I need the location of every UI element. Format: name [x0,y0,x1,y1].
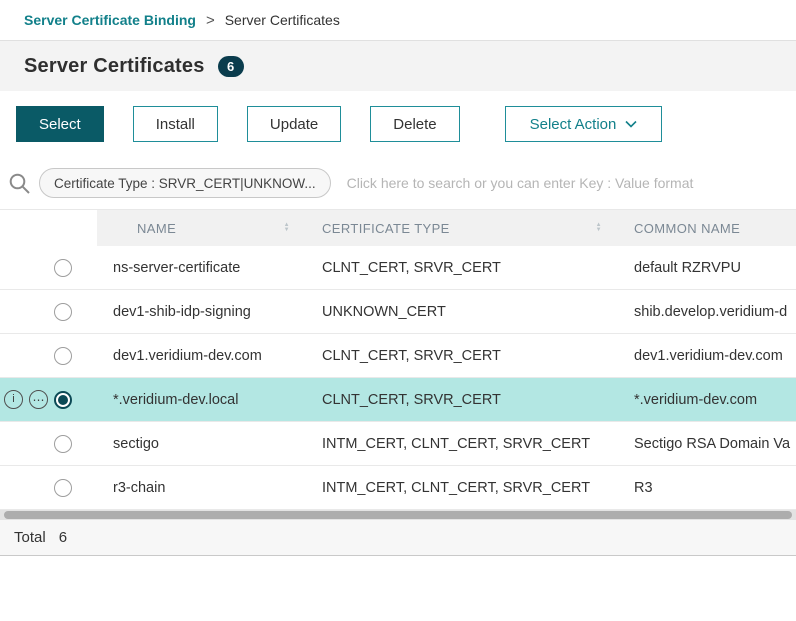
row-common-name: shib.develop.veridium-d [612,304,796,320]
row-common-name: R3 [612,480,796,496]
column-label-certificate-type: CERTIFICATE TYPE [322,221,450,236]
row-common-name: dev1.veridium-dev.com [612,348,796,364]
row-gutter [0,290,97,333]
table-row[interactable]: dev1.veridium-dev.com CLNT_CERT, SRVR_CE… [0,334,796,378]
ellipsis-menu-icon[interactable]: ⋯ [29,390,48,409]
row-certificate-type: CLNT_CERT, SRVR_CERT [300,392,612,408]
row-name: ns-server-certificate [97,260,300,276]
row-name: *.veridium-dev.local [97,392,300,408]
table-row[interactable]: i ⋯ *.veridium-dev.local CLNT_CERT, SRVR… [0,378,796,422]
table-row[interactable]: ns-server-certificate CLNT_CERT, SRVR_CE… [0,246,796,290]
scrollbar-thumb[interactable] [4,511,792,519]
select-action-label: Select Action [530,116,617,133]
toolbar: Select Install Update Delete Select Acti… [0,91,796,157]
search-input[interactable]: Click here to search or you can enter Ke… [347,175,694,191]
row-radio[interactable] [54,435,72,453]
column-label-name: NAME [137,221,176,236]
select-button[interactable]: Select [16,106,104,142]
row-gutter [0,422,97,465]
search-icon [8,172,31,195]
sort-desc-icon: ▼ [596,228,602,233]
breadcrumb-separator-icon: > [206,12,215,29]
filter-chip-certificate-type[interactable]: Certificate Type : SRVR_CERT|UNKNOW... [39,168,331,198]
info-icon[interactable]: i [4,390,23,409]
table-row[interactable]: dev1-shib-idp-signing UNKNOWN_CERT shib.… [0,290,796,334]
column-header-name[interactable]: NAME ▲▼ [97,210,300,246]
header-gutter-cell [0,210,97,246]
column-label-common-name: COMMON NAME [634,221,740,236]
column-header-certificate-type[interactable]: CERTIFICATE TYPE ▲▼ [300,210,612,246]
search-bar: Certificate Type : SRVR_CERT|UNKNOW... C… [0,157,796,209]
breadcrumb-current: Server Certificates [225,12,340,28]
row-common-name: Sectigo RSA Domain Va [612,436,796,452]
horizontal-scrollbar[interactable] [0,510,796,520]
sort-icon[interactable]: ▲▼ [284,223,290,233]
chevron-down-icon [625,120,637,128]
row-name: sectigo [97,436,300,452]
total-label: Total [14,529,46,546]
row-certificate-type: INTM_CERT, CLNT_CERT, SRVR_CERT [300,480,612,496]
page-title-bar: Server Certificates 6 [0,41,796,91]
row-gutter [0,334,97,377]
breadcrumb: Server Certificate Binding > Server Cert… [0,0,796,41]
row-certificate-type: UNKNOWN_CERT [300,304,612,320]
row-gutter [0,466,97,509]
row-radio[interactable] [54,259,72,277]
update-button[interactable]: Update [247,106,341,142]
count-badge: 6 [218,56,244,77]
total-bar: Total 6 [0,520,796,556]
row-radio[interactable] [54,391,72,409]
row-radio[interactable] [54,303,72,321]
select-action-dropdown[interactable]: Select Action [505,106,663,142]
server-certificates-page: Server Certificate Binding > Server Cert… [0,0,796,556]
delete-button[interactable]: Delete [370,106,459,142]
table-body: ns-server-certificate CLNT_CERT, SRVR_CE… [0,246,796,510]
table-header: NAME ▲▼ CERTIFICATE TYPE ▲▼ COMMON NAME [0,209,796,246]
row-certificate-type: CLNT_CERT, SRVR_CERT [300,260,612,276]
row-name: dev1.veridium-dev.com [97,348,300,364]
table-row[interactable]: r3-chain INTM_CERT, CLNT_CERT, SRVR_CERT… [0,466,796,510]
row-common-name: default RZRVPU [612,260,796,276]
sort-desc-icon: ▼ [284,228,290,233]
install-button[interactable]: Install [133,106,218,142]
column-header-common-name[interactable]: COMMON NAME [612,210,796,246]
total-value: 6 [59,529,67,546]
page-title: Server Certificates [24,55,205,78]
row-certificate-type: INTM_CERT, CLNT_CERT, SRVR_CERT [300,436,612,452]
row-name: dev1-shib-idp-signing [97,304,300,320]
row-radio[interactable] [54,479,72,497]
row-gutter: i ⋯ [0,378,97,421]
row-certificate-type: CLNT_CERT, SRVR_CERT [300,348,612,364]
row-gutter [0,246,97,289]
sort-icon[interactable]: ▲▼ [596,223,602,233]
row-name: r3-chain [97,480,300,496]
breadcrumb-link-server-certificate-binding[interactable]: Server Certificate Binding [24,12,196,28]
row-common-name: *.veridium-dev.com [612,392,796,408]
row-radio[interactable] [54,347,72,365]
table-row[interactable]: sectigo INTM_CERT, CLNT_CERT, SRVR_CERT … [0,422,796,466]
